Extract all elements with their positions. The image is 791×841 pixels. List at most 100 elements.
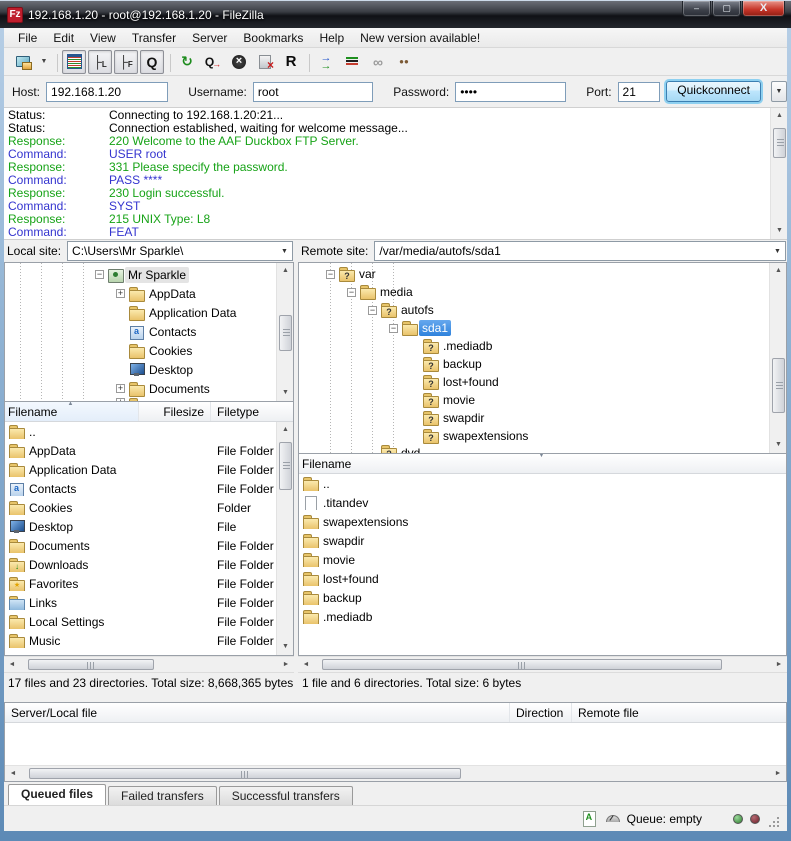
toggle-message-log-button[interactable] bbox=[62, 50, 86, 74]
column-remote-file[interactable]: Remote file bbox=[572, 703, 786, 722]
file-row[interactable]: .mediadb bbox=[299, 607, 786, 626]
sync-browsing-button[interactable] bbox=[366, 50, 390, 74]
resize-grip[interactable] bbox=[767, 817, 779, 829]
site-manager-dropdown[interactable] bbox=[37, 50, 51, 74]
minimize-button[interactable]: – bbox=[682, 1, 711, 17]
quickconnect-button[interactable]: Quickconnect bbox=[666, 81, 761, 102]
tree-item[interactable]: + AppData bbox=[5, 284, 276, 303]
scroll-right-icon[interactable]: ► bbox=[770, 766, 786, 782]
file-row[interactable]: .. bbox=[5, 422, 276, 441]
scroll-up-icon[interactable]: ▲ bbox=[277, 422, 293, 438]
menu-bookmarks[interactable]: Bookmarks bbox=[235, 29, 311, 47]
file-row[interactable]: Contacts File Folder bbox=[5, 479, 276, 498]
combo-dropdown-icon[interactable]: ▼ bbox=[770, 248, 785, 255]
username-input[interactable]: root bbox=[253, 82, 373, 102]
column-direction[interactable]: Direction bbox=[510, 703, 572, 722]
file-row[interactable]: lost+found bbox=[299, 569, 786, 588]
scroll-thumb[interactable] bbox=[279, 315, 292, 351]
refresh-button[interactable] bbox=[175, 50, 199, 74]
host-input[interactable]: 192.168.1.20 bbox=[46, 82, 168, 102]
toggle-local-tree-button[interactable] bbox=[88, 50, 112, 74]
expander-icon[interactable]: − bbox=[347, 288, 356, 297]
file-row[interactable]: Documents File Folder bbox=[5, 536, 276, 555]
menu-file[interactable]: File bbox=[10, 29, 45, 47]
column-filename[interactable]: ▼ Filename bbox=[299, 454, 786, 473]
tree-item[interactable]: movie bbox=[299, 391, 769, 409]
menu-transfer[interactable]: Transfer bbox=[124, 29, 184, 47]
file-row[interactable]: Application Data File Folder bbox=[5, 460, 276, 479]
tree-item[interactable]: − sda1 bbox=[299, 319, 769, 337]
expander-icon[interactable]: − bbox=[368, 306, 377, 315]
remote-site-combo[interactable]: /var/media/autofs/sda1 ▼ bbox=[374, 241, 786, 261]
scroll-left-icon[interactable]: ◄ bbox=[5, 766, 21, 782]
tree-item[interactable]: swapextensions bbox=[299, 427, 769, 445]
file-row[interactable]: Desktop File bbox=[5, 517, 276, 536]
file-row[interactable]: Downloads File Folder bbox=[5, 555, 276, 574]
toggle-remote-tree-button[interactable] bbox=[114, 50, 138, 74]
local-hscrollbar[interactable]: ◄ ► bbox=[4, 656, 294, 672]
maximize-button[interactable]: ▢ bbox=[712, 1, 741, 17]
queue-hscrollbar[interactable]: ◄ ► bbox=[5, 765, 786, 781]
scroll-down-icon[interactable]: ▼ bbox=[771, 223, 787, 239]
scroll-right-icon[interactable]: ► bbox=[771, 657, 787, 673]
file-row[interactable]: Links File Folder bbox=[5, 593, 276, 612]
expander-icon[interactable]: − bbox=[326, 270, 335, 279]
scroll-left-icon[interactable]: ◄ bbox=[298, 657, 314, 673]
file-row[interactable]: Local Settings File Folder bbox=[5, 612, 276, 631]
reconnect-button[interactable] bbox=[279, 50, 303, 74]
file-row[interactable]: swapdir bbox=[299, 531, 786, 550]
remote-tree-scrollbar[interactable]: ▲ ▼ bbox=[769, 263, 786, 453]
menu-help[interactable]: Help bbox=[311, 29, 352, 47]
password-input[interactable]: •••• bbox=[455, 82, 566, 102]
tab-successful-transfers[interactable]: Successful transfers bbox=[219, 786, 353, 805]
expander-icon[interactable]: + bbox=[116, 289, 125, 298]
scroll-up-icon[interactable]: ▲ bbox=[771, 108, 787, 124]
menu-view[interactable]: View bbox=[82, 29, 124, 47]
scroll-left-icon[interactable]: ◄ bbox=[4, 657, 20, 673]
scroll-thumb[interactable] bbox=[279, 442, 292, 490]
tree-item[interactable]: − Mr Sparkle bbox=[5, 265, 276, 284]
column-server-local-file[interactable]: Server/Local file bbox=[5, 703, 510, 722]
tree-item[interactable]: Application Data bbox=[5, 303, 276, 322]
find-files-button[interactable] bbox=[392, 50, 416, 74]
scroll-down-icon[interactable]: ▼ bbox=[770, 437, 787, 453]
local-tree-scrollbar[interactable]: ▲ ▼ bbox=[276, 263, 293, 401]
file-row[interactable]: swapextensions bbox=[299, 512, 786, 531]
toggle-queue-button[interactable] bbox=[140, 50, 164, 74]
compare-directories-button[interactable] bbox=[314, 50, 338, 74]
tree-item[interactable]: swapdir bbox=[299, 409, 769, 427]
scroll-right-icon[interactable]: ► bbox=[278, 657, 294, 673]
file-row[interactable]: backup bbox=[299, 588, 786, 607]
column-filesize[interactable]: Filesize bbox=[139, 402, 211, 421]
speed-limits-icon[interactable] bbox=[604, 811, 620, 827]
file-row[interactable]: Cookies Folder bbox=[5, 498, 276, 517]
file-row[interactable]: AppData File Folder bbox=[5, 441, 276, 460]
menu-server[interactable]: Server bbox=[184, 29, 235, 47]
remote-hscrollbar[interactable]: ◄ ► bbox=[298, 656, 787, 672]
tree-item[interactable]: + Downloads bbox=[5, 398, 276, 401]
scroll-thumb[interactable] bbox=[29, 768, 461, 779]
file-row[interactable]: .. bbox=[299, 474, 786, 493]
tab-queued-files[interactable]: Queued files bbox=[8, 784, 106, 805]
cancel-operation-button[interactable] bbox=[227, 50, 251, 74]
scroll-thumb[interactable] bbox=[28, 659, 154, 670]
tree-item[interactable]: Contacts bbox=[5, 322, 276, 341]
scroll-up-icon[interactable]: ▲ bbox=[277, 263, 294, 279]
quickconnect-dropdown[interactable]: ▼ bbox=[771, 81, 787, 102]
log-scrollbar[interactable]: ▲ ▼ bbox=[770, 108, 787, 239]
local-list-scrollbar[interactable]: ▲ ▼ bbox=[276, 422, 293, 655]
file-row[interactable]: Music File Folder bbox=[5, 631, 276, 650]
file-row[interactable]: movie bbox=[299, 550, 786, 569]
menu-new-version[interactable]: New version available! bbox=[352, 29, 488, 47]
tree-item[interactable]: − media bbox=[299, 283, 769, 301]
disconnect-button[interactable] bbox=[253, 50, 277, 74]
close-button[interactable]: X bbox=[742, 1, 785, 17]
scroll-thumb[interactable] bbox=[322, 659, 722, 670]
scroll-down-icon[interactable]: ▼ bbox=[277, 385, 294, 401]
combo-dropdown-icon[interactable]: ▼ bbox=[277, 248, 292, 255]
file-row[interactable]: Favorites File Folder bbox=[5, 574, 276, 593]
expander-icon[interactable]: + bbox=[116, 384, 125, 393]
tree-item[interactable]: lost+found bbox=[299, 373, 769, 391]
site-manager-button[interactable] bbox=[11, 50, 35, 74]
scroll-up-icon[interactable]: ▲ bbox=[770, 263, 787, 279]
